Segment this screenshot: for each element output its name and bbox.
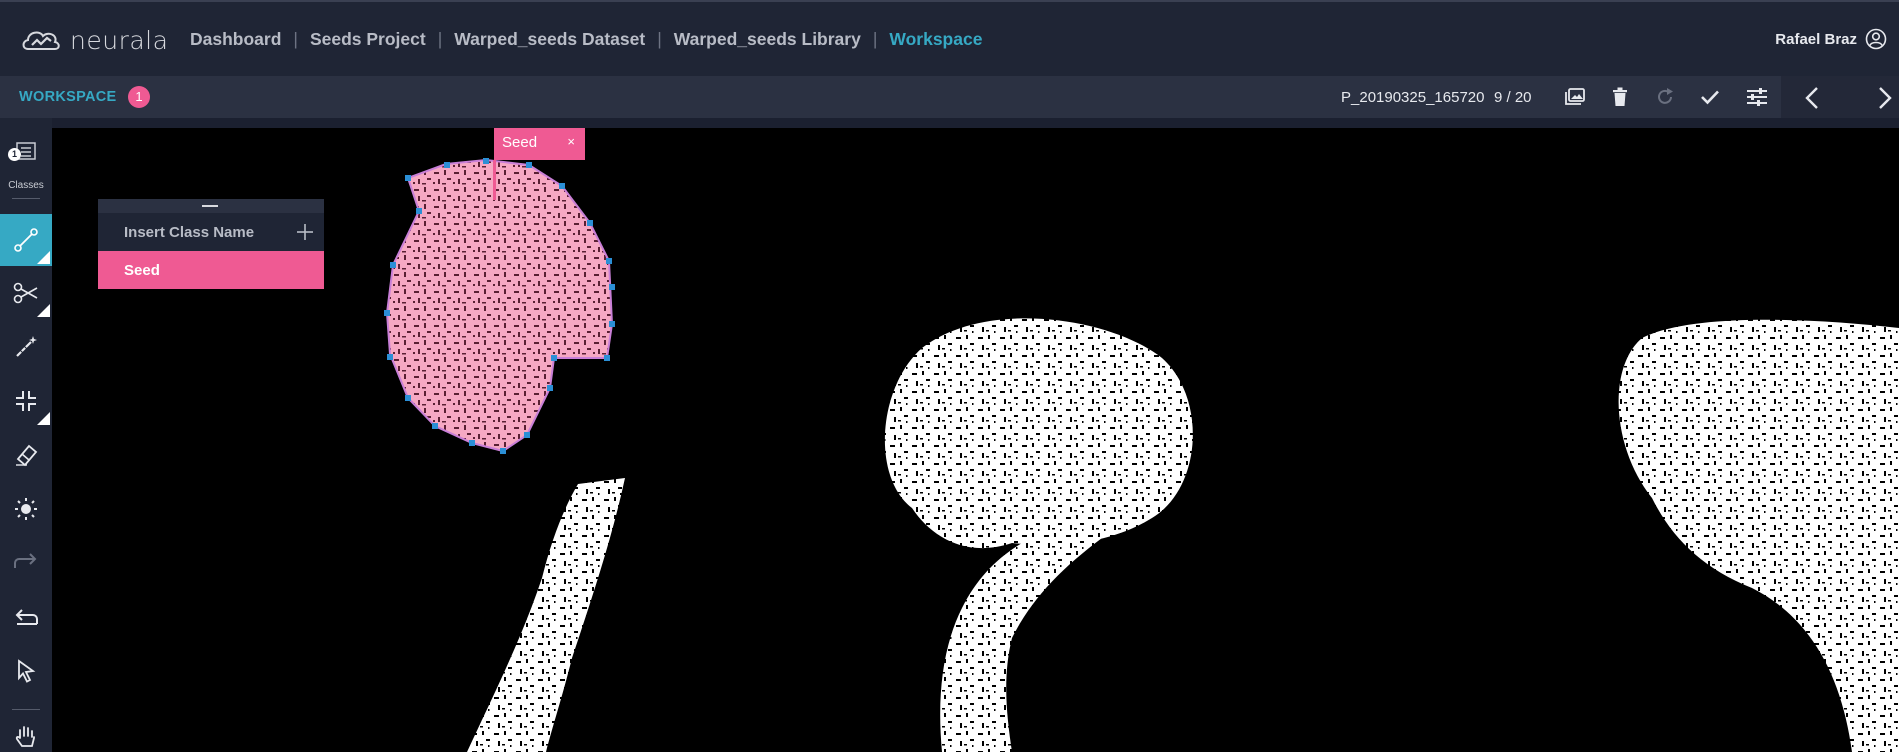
chevron-right-icon — [1879, 87, 1892, 109]
annotation-label-tag[interactable]: Seed × — [494, 128, 585, 160]
workspace-title: WORKSPACE — [19, 89, 117, 105]
tool-sidebar: 1 Classes — [0, 118, 52, 752]
next-image-button[interactable] — [1877, 86, 1893, 114]
workspace-image — [52, 118, 1899, 752]
class-panel-drag-handle[interactable] — [98, 199, 324, 213]
class-name-placeholder: Insert Class Name — [124, 223, 255, 241]
workspace-badge: 1 — [128, 86, 150, 108]
image-name: P_20190325_165720 — [1341, 89, 1485, 106]
brightness-tool[interactable] — [0, 483, 52, 535]
previous-image-button[interactable] — [1804, 86, 1820, 114]
settings-button[interactable] — [1745, 85, 1769, 109]
sliders-icon — [1747, 88, 1767, 106]
user-menu[interactable]: Rafael Braz — [1775, 28, 1887, 50]
scissors-tool[interactable] — [0, 267, 52, 319]
breadcrumb-separator: | — [293, 29, 298, 49]
logo-icon — [22, 31, 60, 50]
chevron-left-icon — [1805, 87, 1818, 109]
confirm-button[interactable] — [1698, 85, 1722, 109]
class-name-input[interactable]: Insert Class Name — [98, 213, 324, 251]
delete-button[interactable] — [1608, 85, 1632, 109]
class-item-seed[interactable]: Seed — [98, 251, 324, 289]
shrink-tool[interactable] — [0, 375, 52, 427]
undo-icon — [15, 609, 38, 625]
classes-count-badge: 1 — [8, 148, 21, 161]
eraser-tool[interactable] — [0, 429, 52, 481]
toolbar-divider — [12, 709, 40, 710]
submenu-indicator — [37, 304, 50, 317]
user-name: Rafael Braz — [1775, 30, 1857, 48]
breadcrumb: Dashboard | Seeds Project | Warped_seeds… — [190, 29, 982, 50]
class-item-label: Seed — [124, 261, 160, 279]
compress-icon — [16, 391, 36, 411]
annotation-label: Seed — [502, 134, 538, 151]
image-counter: 9 / 20 — [1494, 89, 1532, 106]
redo-button[interactable] — [1653, 85, 1677, 109]
breadcrumb-dataset[interactable]: Warped_seeds Dataset — [454, 29, 645, 50]
toolbar-divider — [12, 198, 40, 199]
neurala-logo[interactable]: neurala — [20, 26, 168, 55]
breadcrumb-separator: | — [657, 29, 662, 49]
sun-icon — [15, 498, 37, 520]
polygon-icon — [14, 228, 38, 252]
breadcrumb-separator: | — [872, 29, 878, 49]
gallery-button[interactable] — [1563, 85, 1587, 109]
classes-button[interactable]: 1 Classes — [0, 128, 52, 191]
top-navigation-bar: neurala Dashboard | Seeds Project | Warp… — [0, 0, 1899, 76]
image-canvas[interactable] — [52, 118, 1899, 752]
add-class-icon[interactable] — [296, 223, 314, 241]
refresh-icon — [1658, 88, 1673, 104]
pan-tool[interactable] — [0, 718, 52, 752]
breadcrumb-workspace[interactable]: Workspace — [889, 29, 982, 50]
user-avatar-icon — [1865, 28, 1887, 50]
submenu-indicator — [37, 251, 50, 264]
checkmark-icon — [1701, 90, 1719, 105]
magic-wand-icon — [16, 336, 37, 357]
classes-label: Classes — [8, 180, 44, 191]
undo-tool[interactable] — [0, 591, 52, 643]
submenu-indicator — [37, 412, 50, 425]
breadcrumb-library[interactable]: Warped_seeds Library — [674, 29, 861, 50]
workspace-toolbar: WORKSPACE 1 P_20190325_165720 9 / 20 — [0, 76, 1899, 118]
cursor-icon — [18, 659, 36, 683]
annotation-label-connector — [493, 160, 496, 200]
breadcrumb-dashboard[interactable]: Dashboard — [190, 29, 281, 50]
scissors-icon — [13, 282, 38, 304]
eraser-icon — [16, 444, 38, 467]
breadcrumb-project[interactable]: Seeds Project — [310, 29, 426, 50]
image-navigation — [1781, 76, 1899, 118]
trash-icon — [1613, 87, 1627, 106]
redo-tool[interactable] — [0, 537, 52, 589]
brand-name: neurala — [70, 26, 169, 55]
breadcrumb-separator: | — [437, 29, 443, 49]
polygon-tool[interactable] — [0, 214, 52, 266]
select-tool[interactable] — [0, 645, 52, 697]
gallery-icon — [1565, 88, 1585, 105]
hand-icon — [15, 726, 35, 747]
redo-icon — [14, 553, 37, 568]
class-panel: Insert Class Name Seed — [98, 199, 324, 289]
annotation-close-button[interactable]: × — [567, 134, 575, 149]
middle-seed — [884, 318, 1193, 549]
magic-wand-tool[interactable] — [0, 321, 52, 373]
